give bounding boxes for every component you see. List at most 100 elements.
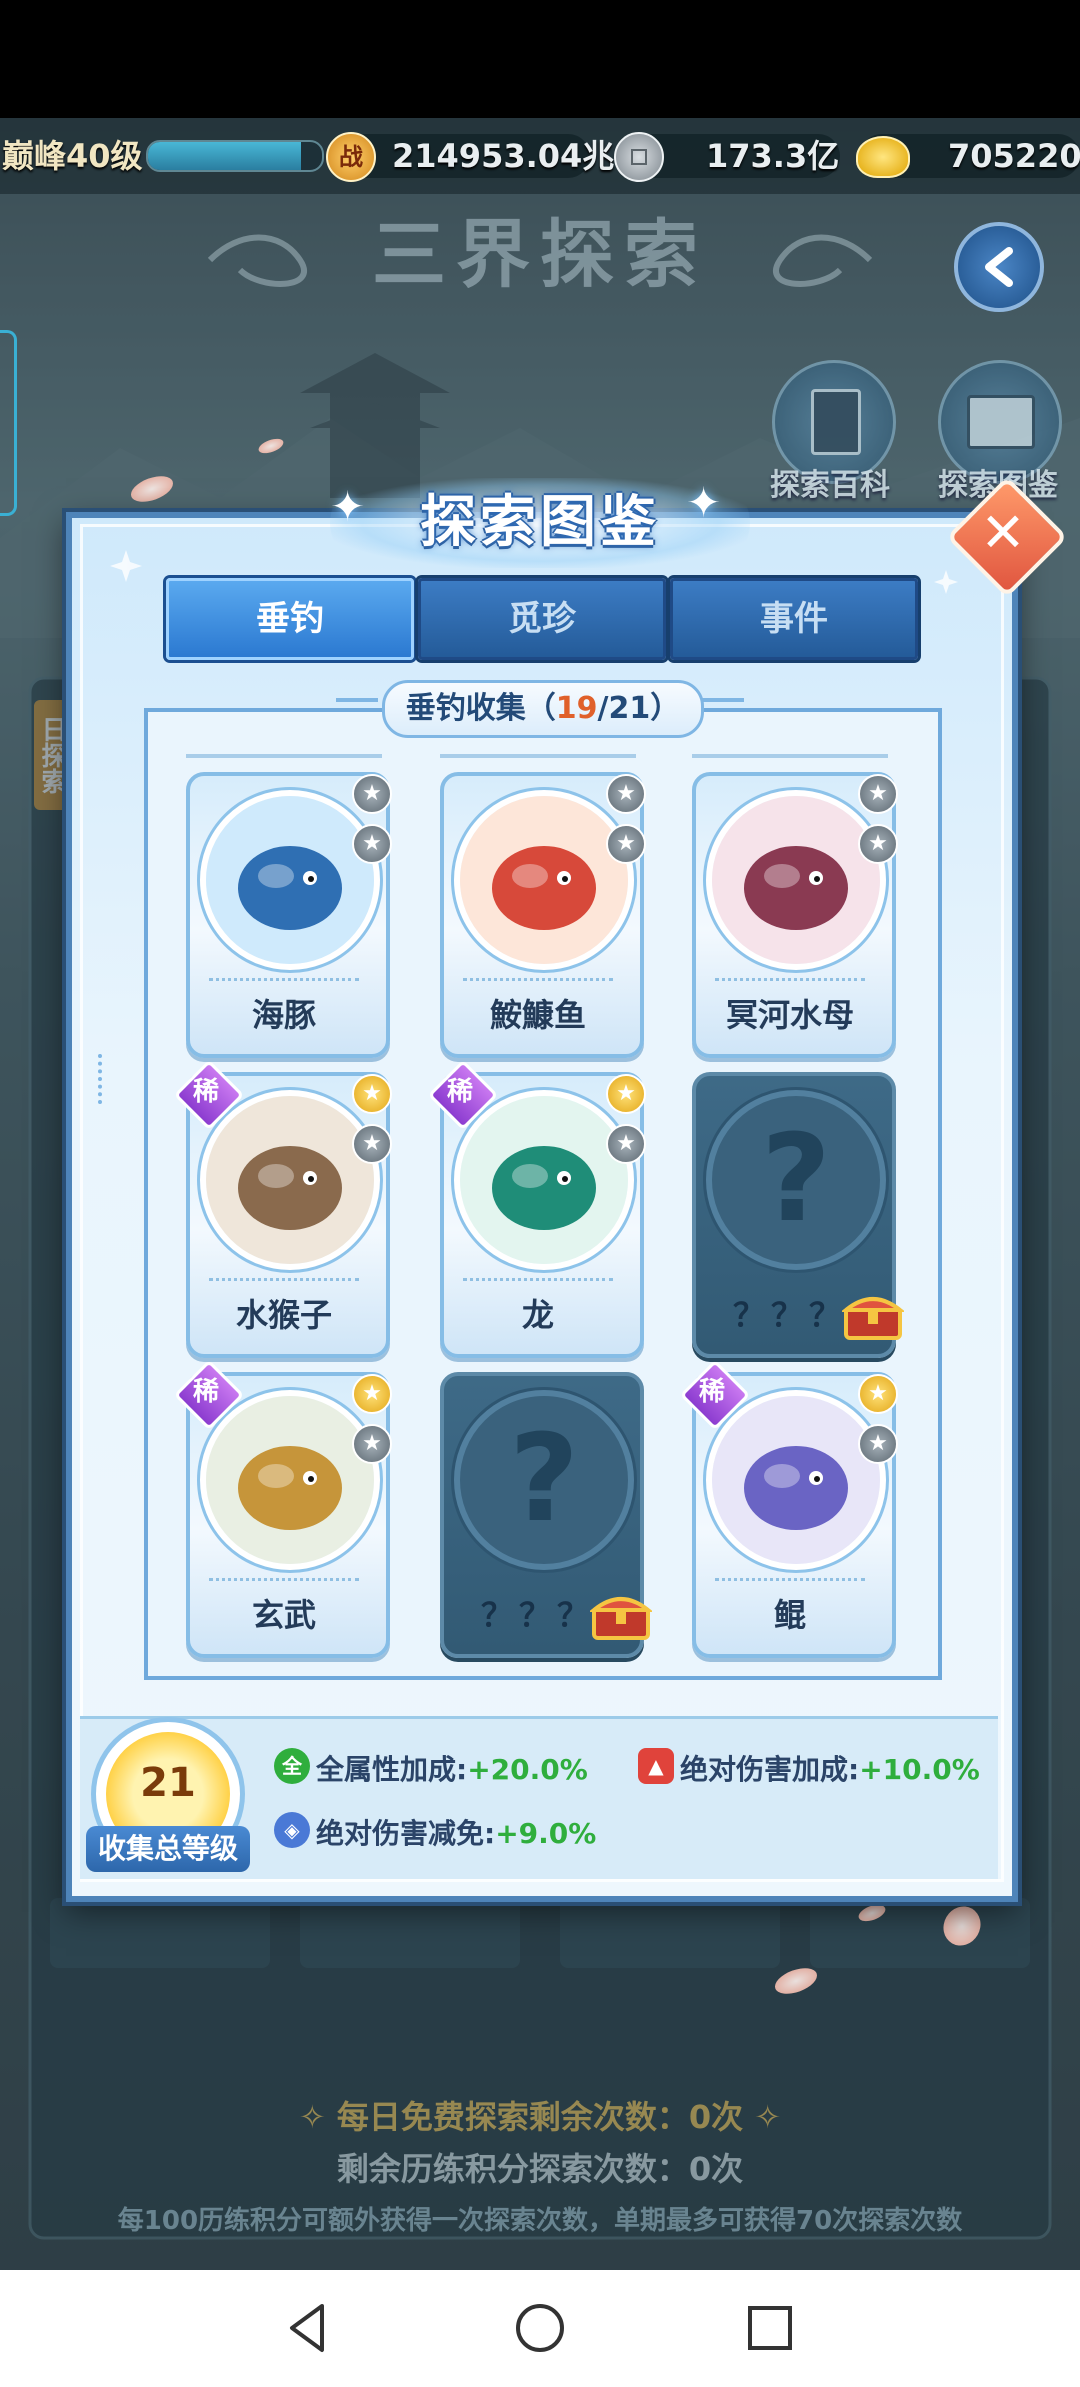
star-medal-icon: ★ <box>352 1424 392 1464</box>
back-arrow-icon <box>985 247 1013 287</box>
status-bar <box>0 0 1080 118</box>
creature-portrait: ? <box>454 1390 634 1570</box>
creature-name: 龙 <box>521 1296 554 1334</box>
absolute-damage-icon: ▲ <box>638 1748 674 1784</box>
creature-portrait <box>454 790 634 970</box>
title-swirl-deco <box>207 234 873 287</box>
creature-name: ？？？ <box>732 1296 847 1334</box>
left-edge-tab[interactable] <box>0 330 17 516</box>
nav-home-icon[interactable] <box>508 2296 572 2360</box>
unknown-icon: ? <box>761 1110 831 1249</box>
star-medal-icon: ★ <box>858 1374 898 1414</box>
rare-badge: 稀 <box>173 1359 245 1431</box>
peak-level-label: 巅峰40级 <box>2 137 143 175</box>
stat-value: +9.0% <box>495 1817 597 1850</box>
name-divider <box>463 978 613 983</box>
creature-portrait: ? <box>706 1090 886 1270</box>
power-value: 214953.04兆 <box>392 137 615 175</box>
stat-label: 绝对伤害加成: <box>680 1753 860 1786</box>
kun-whale-icon <box>712 1396 880 1564</box>
scroll-indicator[interactable] <box>98 1054 110 1104</box>
star-medal-icon: ★ <box>858 1424 898 1464</box>
nav-recents-icon[interactable] <box>738 2296 802 2360</box>
picture-icon <box>967 395 1035 449</box>
copper-coin-icon <box>614 132 664 182</box>
star-medal-icon: ★ <box>858 824 898 864</box>
explore-rule-text: 每100历练积分可额外获得一次探索次数，单期最多可获得70次探索次数 <box>117 2206 963 2236</box>
creature-name: 冥河水母 <box>725 996 854 1034</box>
combat-power-icon: 战 <box>326 132 376 182</box>
damage-reduction-icon: ◈ <box>274 1812 310 1848</box>
jellyfish-icon <box>712 796 880 964</box>
close-icon[interactable]: ✕ <box>964 494 1042 572</box>
gold-value: 705220 <box>948 137 1080 175</box>
collection-level-label: 收集总等级 <box>86 1826 250 1872</box>
creature-portrait <box>706 790 886 970</box>
star-medal-icon: ★ <box>352 1074 392 1114</box>
star-medal-icon: ★ <box>352 1124 392 1164</box>
creature-name: 鮟鱇鱼 <box>489 996 586 1034</box>
creature-portrait <box>200 790 380 970</box>
star-medal-icon: ★ <box>858 774 898 814</box>
creature-name: 水猴子 <box>235 1296 332 1334</box>
scrolled-card-edge <box>692 740 888 758</box>
book-icon <box>811 389 861 455</box>
star-medal-icon: ★ <box>606 1124 646 1164</box>
fishing-collection-header: 垂钓收集（19/21） <box>382 680 704 738</box>
tab-treasure-hunt[interactable]: 觅珍 <box>418 578 666 660</box>
star-medal-icon: ★ <box>352 1374 392 1414</box>
name-divider <box>463 1278 613 1283</box>
dolphin-icon <box>206 796 374 964</box>
name-divider <box>209 1278 359 1283</box>
rare-badge: 稀 <box>173 1059 245 1131</box>
star-medal-icon: ★ <box>352 774 392 814</box>
creature-name: 玄武 <box>251 1596 316 1634</box>
exp-bar <box>146 140 324 172</box>
tab-fishing[interactable]: 垂钓 <box>166 578 414 660</box>
stat-value: +20.0% <box>467 1753 588 1786</box>
name-divider <box>209 978 359 983</box>
back-button[interactable] <box>954 222 1044 312</box>
xuanwu-icon <box>206 1396 374 1564</box>
star-medal-icon: ★ <box>352 824 392 864</box>
creature-name: ？？？ <box>480 1596 595 1634</box>
stat-label: 全属性加成: <box>316 1753 468 1786</box>
name-divider <box>715 1578 865 1583</box>
stat-label: 绝对伤害减免: <box>316 1817 496 1850</box>
creature-name: 海豚 <box>251 996 316 1034</box>
scrolled-card-edge <box>440 740 636 758</box>
sparkle-icon: ✦ <box>330 482 366 531</box>
stat-absolute-damage-reduction: 绝对伤害减免:+9.0% <box>316 1812 596 1852</box>
collection-total: /21） <box>597 691 681 726</box>
collection-label: 垂钓收集（ <box>405 691 556 726</box>
collection-count: 19 <box>555 691 598 726</box>
bg-side-tab: 日探索 <box>34 700 70 810</box>
explore-encyclopedia-label: 探索百科 <box>770 468 890 503</box>
dragon-icon <box>460 1096 628 1264</box>
tab-events[interactable]: 事件 <box>670 578 918 660</box>
header-deco-right <box>702 698 744 702</box>
anglerfish-icon <box>460 796 628 964</box>
star-medal-icon: ★ <box>606 1074 646 1114</box>
stat-absolute-damage-bonus: 绝对伤害加成:+10.0% <box>680 1748 980 1788</box>
sparkle-icon: ✦ <box>686 478 722 527</box>
name-divider <box>209 1578 359 1583</box>
daily-free-explore-count: ✧ 每日免费探索剩余次数：0次 ✧ <box>298 2098 782 2136</box>
stat-all-attribute: 全属性加成:+20.0% <box>316 1748 588 1788</box>
copper-value: 173.3亿 <box>706 137 840 175</box>
exp-points-explore-count: 剩余历练积分探索次数：0次 <box>336 2150 744 2188</box>
daily-free-text: 每日免费探索剩余次数：0次 <box>336 2098 744 2136</box>
header-deco-left <box>336 698 378 702</box>
gold-ingot-icon <box>856 136 910 178</box>
all-attribute-icon: 全 <box>274 1748 310 1784</box>
star-medal-icon: ★ <box>606 824 646 864</box>
nav-back-icon[interactable] <box>278 2296 342 2360</box>
name-divider <box>715 978 865 983</box>
collection-level-value: 21 <box>140 1760 196 1806</box>
unknown-icon: ? <box>509 1410 579 1549</box>
scrolled-card-edge <box>186 740 382 758</box>
rare-badge: 稀 <box>679 1359 751 1431</box>
creature-name: 鲲 <box>773 1596 806 1634</box>
star-medal-icon: ★ <box>606 774 646 814</box>
stat-value: +10.0% <box>859 1753 980 1786</box>
